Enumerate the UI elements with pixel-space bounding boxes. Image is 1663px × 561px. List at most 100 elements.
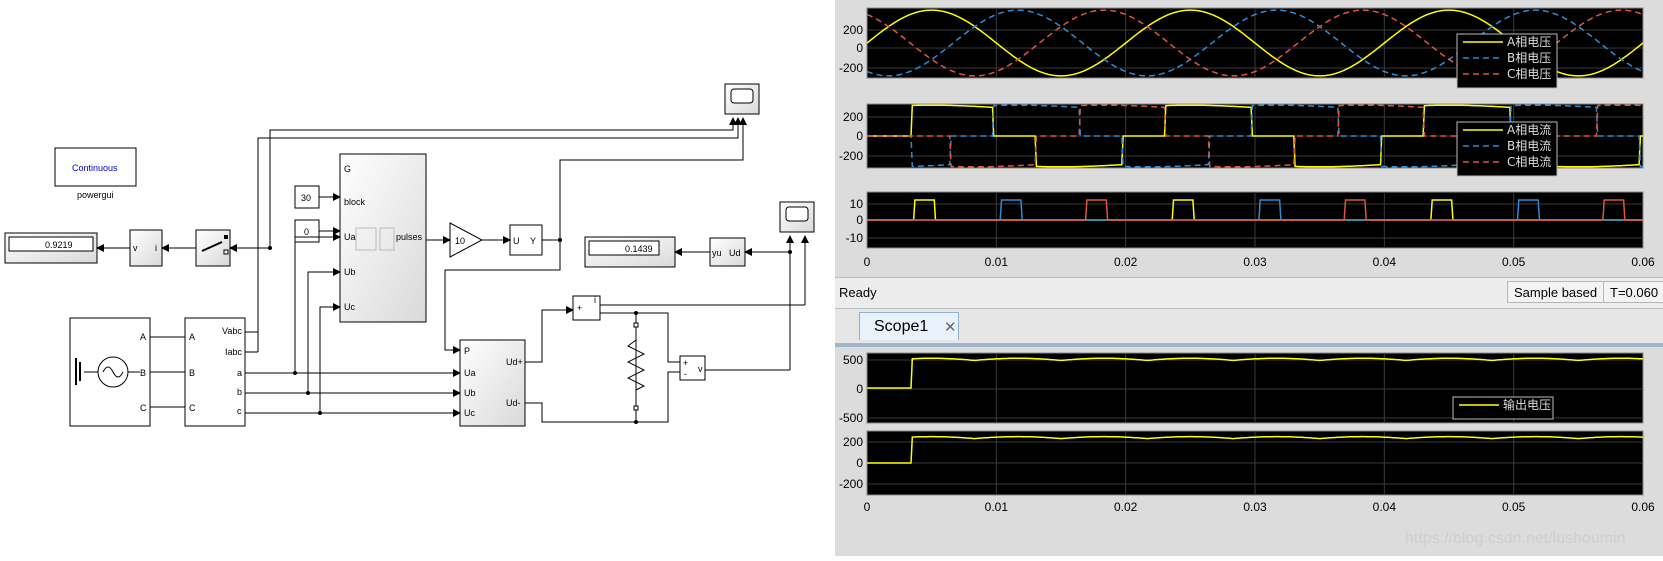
voltage-legend-label: A相电压 bbox=[1507, 35, 1551, 49]
svg-text:Ud+: Ud+ bbox=[506, 357, 523, 367]
svg-text:+: + bbox=[577, 303, 582, 313]
svg-text:10: 10 bbox=[455, 236, 465, 246]
svg-text:0: 0 bbox=[304, 227, 309, 237]
powergui-label: powergui bbox=[77, 190, 114, 200]
x-tick-top: 0.06 bbox=[1631, 255, 1655, 269]
x-tick-top: 0 bbox=[864, 255, 871, 269]
output-current-axes-ytick: 0 bbox=[856, 456, 863, 470]
x-tick-bottom: 0.05 bbox=[1502, 500, 1526, 514]
svg-text:c: c bbox=[237, 406, 242, 416]
constant-g-block[interactable]: 30 bbox=[294, 185, 320, 209]
svg-text:P: P bbox=[464, 346, 470, 356]
svg-text:Ud-: Ud- bbox=[506, 398, 521, 408]
svg-text:Ua: Ua bbox=[464, 368, 476, 378]
scope-block-top[interactable] bbox=[724, 83, 760, 115]
scope-block-right[interactable] bbox=[779, 201, 815, 233]
status-ready: Ready bbox=[839, 285, 877, 300]
thyristor-bridge-block[interactable]: P Ua Ub Uc Ud+ Ud- bbox=[459, 339, 526, 427]
svg-text:i: i bbox=[594, 295, 596, 305]
scope1-tab-strip: Scope1 ✕ bbox=[835, 309, 1663, 345]
svg-text:U: U bbox=[513, 236, 520, 246]
sample-mode-field: Sample based bbox=[1507, 281, 1605, 303]
uy-block[interactable]: U Y bbox=[509, 224, 543, 256]
svg-text:30: 30 bbox=[301, 193, 311, 203]
svg-text:b: b bbox=[237, 387, 242, 397]
scope-bottom-window: 500 0 -500 输出电压 200 0 -200 0 0.01 0.02 0.03 0.04 0.0… bbox=[835, 345, 1663, 556]
output-voltage-axes-ytick: 500 bbox=[843, 353, 863, 367]
x-tick-bottom: 0.01 bbox=[985, 500, 1009, 514]
x-tick-bottom: 0.04 bbox=[1373, 500, 1397, 514]
svg-text:Ua: Ua bbox=[344, 232, 356, 242]
close-icon[interactable]: ✕ bbox=[944, 318, 957, 336]
svg-text:Ub: Ub bbox=[344, 267, 356, 277]
scope-bottom-topline bbox=[835, 345, 1663, 347]
svg-text:v: v bbox=[698, 364, 703, 374]
x-tick-top: 0.04 bbox=[1373, 255, 1397, 269]
voltage-legend-label: C相电压 bbox=[1507, 67, 1551, 81]
svg-text:G: G bbox=[344, 164, 351, 174]
constant-block-block[interactable]: 0 bbox=[294, 219, 320, 243]
display-block-left[interactable]: 0.9219 bbox=[4, 232, 98, 264]
svg-text:yu: yu bbox=[712, 248, 722, 258]
svg-text:Uc: Uc bbox=[464, 408, 475, 418]
x-tick-top: 0.01 bbox=[985, 255, 1009, 269]
svg-text:C: C bbox=[140, 403, 147, 413]
svg-text:C: C bbox=[189, 403, 196, 413]
powergui-block[interactable]: Continuous powergui bbox=[54, 147, 137, 200]
svg-text:block: block bbox=[344, 197, 366, 207]
resistor-block[interactable] bbox=[626, 322, 646, 411]
gain-block[interactable]: 10 bbox=[449, 222, 484, 258]
x-tick-bottom: 0.02 bbox=[1114, 500, 1138, 514]
yu-ud-block[interactable]: yu Ud bbox=[709, 237, 746, 267]
sum-block[interactable]: + i bbox=[572, 295, 601, 321]
switch-block[interactable] bbox=[195, 229, 231, 267]
svg-text:pulses: pulses bbox=[396, 232, 423, 242]
x-tick-top: 0.03 bbox=[1243, 255, 1267, 269]
svg-text:+: + bbox=[683, 358, 688, 368]
tab-scope1-label: Scope1 bbox=[874, 318, 929, 335]
x-tick-bottom: 0.06 bbox=[1631, 500, 1655, 514]
x-tick-top: 0.02 bbox=[1114, 255, 1138, 269]
powergui-mode: Continuous bbox=[72, 163, 118, 173]
svg-text:a: a bbox=[237, 368, 242, 378]
time-field: T=0.060 bbox=[1603, 281, 1663, 303]
tab-scope1[interactable]: Scope1 ✕ bbox=[859, 312, 959, 340]
current-legend-label: C相电流 bbox=[1507, 155, 1551, 169]
voltage-axes-ytick: 200 bbox=[843, 23, 863, 37]
display-right-value: 0.1439 bbox=[625, 244, 653, 254]
current-legend-label: B相电流 bbox=[1507, 139, 1551, 153]
svg-text:A: A bbox=[189, 332, 195, 342]
svg-text:A: A bbox=[140, 332, 146, 342]
output-current-axes-ytick: -200 bbox=[839, 477, 863, 491]
pulse-generator-block[interactable]: G block Ua Ub Uc pulses bbox=[339, 153, 427, 323]
svg-text:-: - bbox=[684, 369, 687, 379]
svg-text:Iabc: Iabc bbox=[225, 347, 243, 357]
pulse-axes-ytick: 0 bbox=[856, 213, 863, 227]
scope-top-status-bar: Ready Sample based T=0.060 bbox=[835, 277, 1663, 309]
x-tick-bottom: 0 bbox=[864, 500, 871, 514]
svg-text:Ud: Ud bbox=[729, 248, 741, 258]
voltage-legend-label: B相电压 bbox=[1507, 51, 1551, 65]
svg-text:Vabc: Vabc bbox=[222, 326, 242, 336]
multimeter-block[interactable]: v i bbox=[129, 229, 163, 267]
output-voltage-axes-ytick: 0 bbox=[856, 382, 863, 396]
current-axes-ytick: -200 bbox=[839, 149, 863, 163]
voltage-axes-ytick: -200 bbox=[839, 61, 863, 75]
scope-windows: 200 0 -200 A相电压 B相电压 C相电压 200 0 -200 A相电流 B相电流 C相电流… bbox=[835, 0, 1663, 556]
scope-top-window: 200 0 -200 A相电压 B相电压 C相电压 200 0 -200 A相电流 B相电流 C相电流… bbox=[835, 0, 1663, 276]
x-tick-bottom: 0.03 bbox=[1243, 500, 1267, 514]
three-phase-measurement-block[interactable]: A B C Vabc Iabc a b c bbox=[184, 317, 246, 427]
pulse-axes-ytick: 10 bbox=[850, 197, 864, 211]
display-left-value: 0.9219 bbox=[45, 240, 73, 250]
display-block-right[interactable]: 0.1439 bbox=[584, 236, 676, 268]
pulse-axes-ytick: -10 bbox=[846, 231, 864, 245]
svg-text:Y: Y bbox=[530, 236, 536, 246]
current-legend-label: A相电流 bbox=[1507, 123, 1551, 137]
svg-text:Ub: Ub bbox=[464, 388, 476, 398]
voltage-measurement-block[interactable]: + - v bbox=[679, 355, 706, 381]
three-phase-source-block[interactable]: A B C bbox=[69, 317, 151, 427]
watermark: https://blog.csdn.net/lushoumin bbox=[1405, 530, 1626, 547]
simulink-model-canvas[interactable]: Continuous powergui 0.9219 v i 30 0 G bl… bbox=[0, 0, 835, 556]
svg-text:Uc: Uc bbox=[344, 302, 355, 312]
current-axes-ytick: 0 bbox=[856, 129, 863, 143]
